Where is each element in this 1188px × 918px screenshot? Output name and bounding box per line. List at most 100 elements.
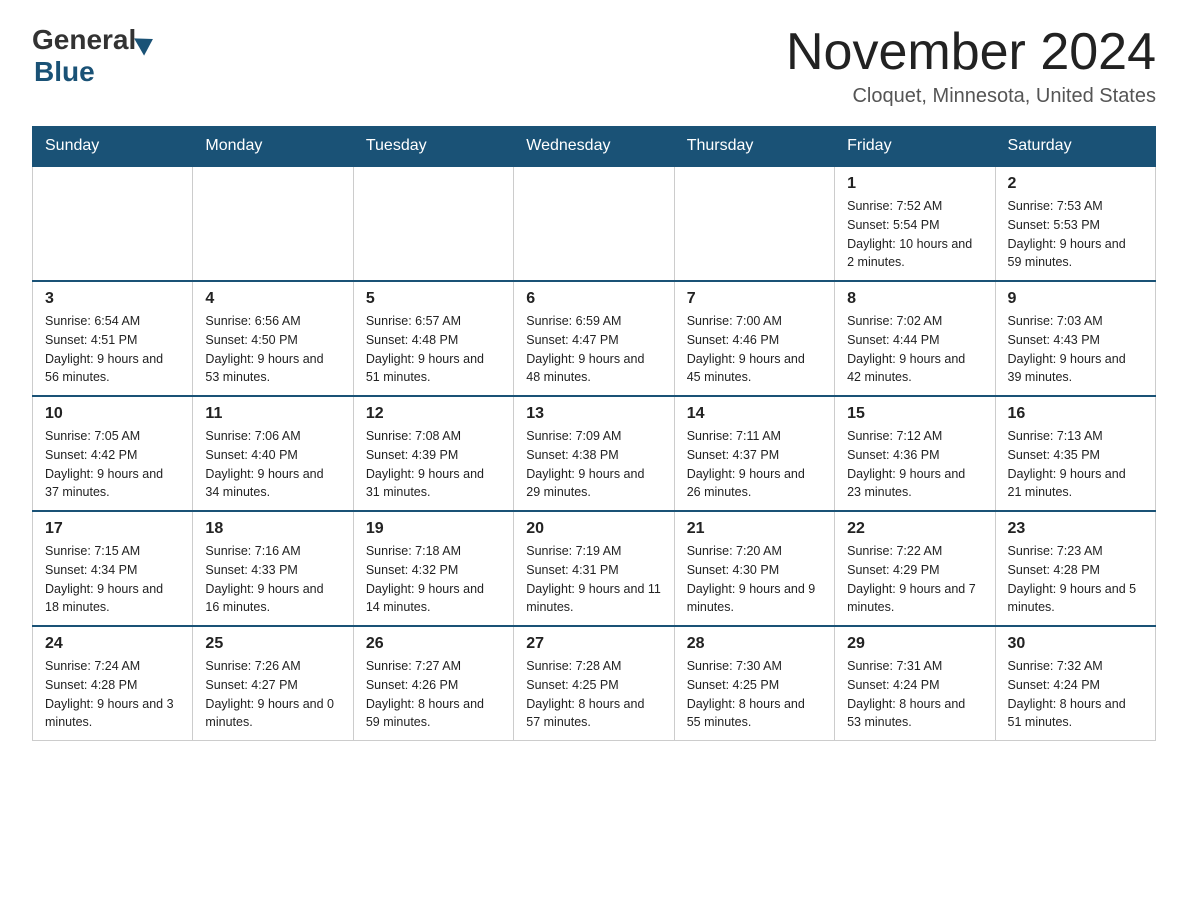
- day-number: 6: [526, 290, 661, 308]
- calendar-cell: 23Sunrise: 7:23 AM Sunset: 4:28 PM Dayli…: [995, 511, 1155, 626]
- day-info: Sunrise: 7:02 AM Sunset: 4:44 PM Dayligh…: [847, 312, 982, 387]
- title-section: November 2024 Cloquet, Minnesota, United…: [786, 24, 1156, 108]
- calendar-table: SundayMondayTuesdayWednesdayThursdayFrid…: [32, 126, 1156, 741]
- day-number: 19: [366, 520, 501, 538]
- day-info: Sunrise: 7:31 AM Sunset: 4:24 PM Dayligh…: [847, 657, 982, 732]
- day-number: 15: [847, 405, 982, 423]
- day-number: 9: [1008, 290, 1143, 308]
- calendar-cell: 16 Sunrise: 7:13 AM Sunset: 4:35 PM Dayli…: [995, 396, 1155, 511]
- day-number: 10: [45, 405, 180, 423]
- calendar-cell: 6 Sunrise: 6:59 AM Sunset: 4:47 PM Daylig…: [514, 281, 674, 396]
- day-info: Sunrise: 7:08 AM Sunset: 4:39 PM Dayligh…: [366, 427, 501, 502]
- day-number: 18: [205, 520, 340, 538]
- week-row-4: 17 Sunrise: 7:15 AM Sunset: 4:34 PM Dayli…: [33, 511, 1156, 626]
- day-number: 8: [847, 290, 982, 308]
- calendar-cell: 20 Sunrise: 7:19 AM Sunset: 4:31 PM Dayli…: [514, 511, 674, 626]
- day-header-sunday: Sunday: [33, 127, 193, 167]
- day-number: 29: [847, 635, 982, 653]
- logo-arrow-icon: [134, 30, 158, 55]
- calendar-cell: [674, 166, 834, 281]
- day-number: 4: [205, 290, 340, 308]
- day-info: Sunrise: 7:28 AM Sunset: 4:25 PM Dayligh…: [526, 657, 661, 732]
- day-number: 3: [45, 290, 180, 308]
- calendar-cell: 13 Sunrise: 7:09 AM Sunset: 4:38 PM Dayli…: [514, 396, 674, 511]
- calendar-cell: [33, 166, 193, 281]
- day-info: Sunrise: 7:52 AM Sunset: 5:54 PM Dayligh…: [847, 197, 982, 272]
- calendar-cell: 4 Sunrise: 6:56 AM Sunset: 4:50 PM Daylig…: [193, 281, 353, 396]
- day-info: Sunrise: 7:26 AM Sunset: 4:27 PM Dayligh…: [205, 657, 340, 732]
- day-info: Sunrise: 7:23 AM Sunset: 4:28 PM Dayligh…: [1008, 542, 1143, 617]
- week-row-1: 1 Sunrise: 7:52 AM Sunset: 5:54 PM Daylig…: [33, 166, 1156, 281]
- day-number: 26: [366, 635, 501, 653]
- day-header-thursday: Thursday: [674, 127, 834, 167]
- day-number: 11: [205, 405, 340, 423]
- day-info: Sunrise: 7:05 AM Sunset: 4:42 PM Dayligh…: [45, 427, 180, 502]
- day-info: Sunrise: 7:30 AM Sunset: 4:25 PM Dayligh…: [687, 657, 822, 732]
- day-info: Sunrise: 7:12 AM Sunset: 4:36 PM Dayligh…: [847, 427, 982, 502]
- calendar-cell: 24 Sunrise: 7:24 AM Sunset: 4:28 PM Dayli…: [33, 626, 193, 741]
- calendar-cell: 29 Sunrise: 7:31 AM Sunset: 4:24 PM Dayli…: [835, 626, 995, 741]
- day-number: 16: [1008, 405, 1143, 423]
- calendar-cell: 5Sunrise: 6:57 AM Sunset: 4:48 PM Daylig…: [353, 281, 513, 396]
- day-info: Sunrise: 7:53 AM Sunset: 5:53 PM Dayligh…: [1008, 197, 1143, 272]
- day-info: Sunrise: 7:20 AM Sunset: 4:30 PM Dayligh…: [687, 542, 822, 617]
- day-number: 14: [687, 405, 822, 423]
- calendar-cell: 11 Sunrise: 7:06 AM Sunset: 4:40 PM Dayli…: [193, 396, 353, 511]
- calendar-cell: 30 Sunrise: 7:32 AM Sunset: 4:24 PM Dayli…: [995, 626, 1155, 741]
- day-number: 5: [366, 290, 501, 308]
- day-info: Sunrise: 7:18 AM Sunset: 4:32 PM Dayligh…: [366, 542, 501, 617]
- day-info: Sunrise: 7:00 AM Sunset: 4:46 PM Dayligh…: [687, 312, 822, 387]
- day-number: 27: [526, 635, 661, 653]
- day-number: 2: [1008, 175, 1143, 193]
- day-number: 24: [45, 635, 180, 653]
- logo-blue-text: Blue: [34, 56, 154, 88]
- calendar-cell: 25Sunrise: 7:26 AM Sunset: 4:27 PM Dayli…: [193, 626, 353, 741]
- logo-general-text: General: [32, 24, 136, 56]
- day-number: 28: [687, 635, 822, 653]
- day-info: Sunrise: 7:09 AM Sunset: 4:38 PM Dayligh…: [526, 427, 661, 502]
- calendar-cell: 7Sunrise: 7:00 AM Sunset: 4:46 PM Daylig…: [674, 281, 834, 396]
- days-header-row: SundayMondayTuesdayWednesdayThursdayFrid…: [33, 127, 1156, 167]
- calendar-cell: [193, 166, 353, 281]
- day-number: 22: [847, 520, 982, 538]
- day-info: Sunrise: 7:19 AM Sunset: 4:31 PM Dayligh…: [526, 542, 661, 617]
- calendar-cell: 21 Sunrise: 7:20 AM Sunset: 4:30 PM Dayli…: [674, 511, 834, 626]
- day-number: 1: [847, 175, 982, 193]
- page-header: General Blue November 2024 Cloquet, Minn…: [32, 24, 1156, 108]
- calendar-cell: 9Sunrise: 7:03 AM Sunset: 4:43 PM Daylig…: [995, 281, 1155, 396]
- day-header-friday: Friday: [835, 127, 995, 167]
- calendar-cell: 2 Sunrise: 7:53 AM Sunset: 5:53 PM Daylig…: [995, 166, 1155, 281]
- calendar-cell: 12Sunrise: 7:08 AM Sunset: 4:39 PM Dayli…: [353, 396, 513, 511]
- day-header-tuesday: Tuesday: [353, 127, 513, 167]
- day-number: 30: [1008, 635, 1143, 653]
- calendar-cell: [353, 166, 513, 281]
- day-info: Sunrise: 7:32 AM Sunset: 4:24 PM Dayligh…: [1008, 657, 1143, 732]
- day-info: Sunrise: 6:56 AM Sunset: 4:50 PM Dayligh…: [205, 312, 340, 387]
- day-info: Sunrise: 6:59 AM Sunset: 4:47 PM Dayligh…: [526, 312, 661, 387]
- day-info: Sunrise: 7:11 AM Sunset: 4:37 PM Dayligh…: [687, 427, 822, 502]
- day-header-monday: Monday: [193, 127, 353, 167]
- calendar-cell: 15 Sunrise: 7:12 AM Sunset: 4:36 PM Dayli…: [835, 396, 995, 511]
- day-info: Sunrise: 7:06 AM Sunset: 4:40 PM Dayligh…: [205, 427, 340, 502]
- day-number: 20: [526, 520, 661, 538]
- logo: General Blue: [32, 24, 154, 88]
- calendar-cell: 3Sunrise: 6:54 AM Sunset: 4:51 PM Daylig…: [33, 281, 193, 396]
- calendar-cell: 28 Sunrise: 7:30 AM Sunset: 4:25 PM Dayli…: [674, 626, 834, 741]
- day-number: 21: [687, 520, 822, 538]
- day-info: Sunrise: 7:13 AM Sunset: 4:35 PM Dayligh…: [1008, 427, 1143, 502]
- calendar-subtitle: Cloquet, Minnesota, United States: [786, 85, 1156, 108]
- week-row-2: 3Sunrise: 6:54 AM Sunset: 4:51 PM Daylig…: [33, 281, 1156, 396]
- calendar-cell: 19 Sunrise: 7:18 AM Sunset: 4:32 PM Dayli…: [353, 511, 513, 626]
- calendar-title: November 2024: [786, 24, 1156, 81]
- calendar-cell: 17 Sunrise: 7:15 AM Sunset: 4:34 PM Dayli…: [33, 511, 193, 626]
- calendar-cell: 1 Sunrise: 7:52 AM Sunset: 5:54 PM Daylig…: [835, 166, 995, 281]
- day-info: Sunrise: 7:22 AM Sunset: 4:29 PM Dayligh…: [847, 542, 982, 617]
- day-number: 13: [526, 405, 661, 423]
- day-info: Sunrise: 7:24 AM Sunset: 4:28 PM Dayligh…: [45, 657, 180, 732]
- calendar-cell: 27 Sunrise: 7:28 AM Sunset: 4:25 PM Dayli…: [514, 626, 674, 741]
- day-info: Sunrise: 7:15 AM Sunset: 4:34 PM Dayligh…: [45, 542, 180, 617]
- week-row-3: 10 Sunrise: 7:05 AM Sunset: 4:42 PM Dayli…: [33, 396, 1156, 511]
- day-number: 17: [45, 520, 180, 538]
- calendar-cell: 14 Sunrise: 7:11 AM Sunset: 4:37 PM Dayli…: [674, 396, 834, 511]
- calendar-cell: 8 Sunrise: 7:02 AM Sunset: 4:44 PM Daylig…: [835, 281, 995, 396]
